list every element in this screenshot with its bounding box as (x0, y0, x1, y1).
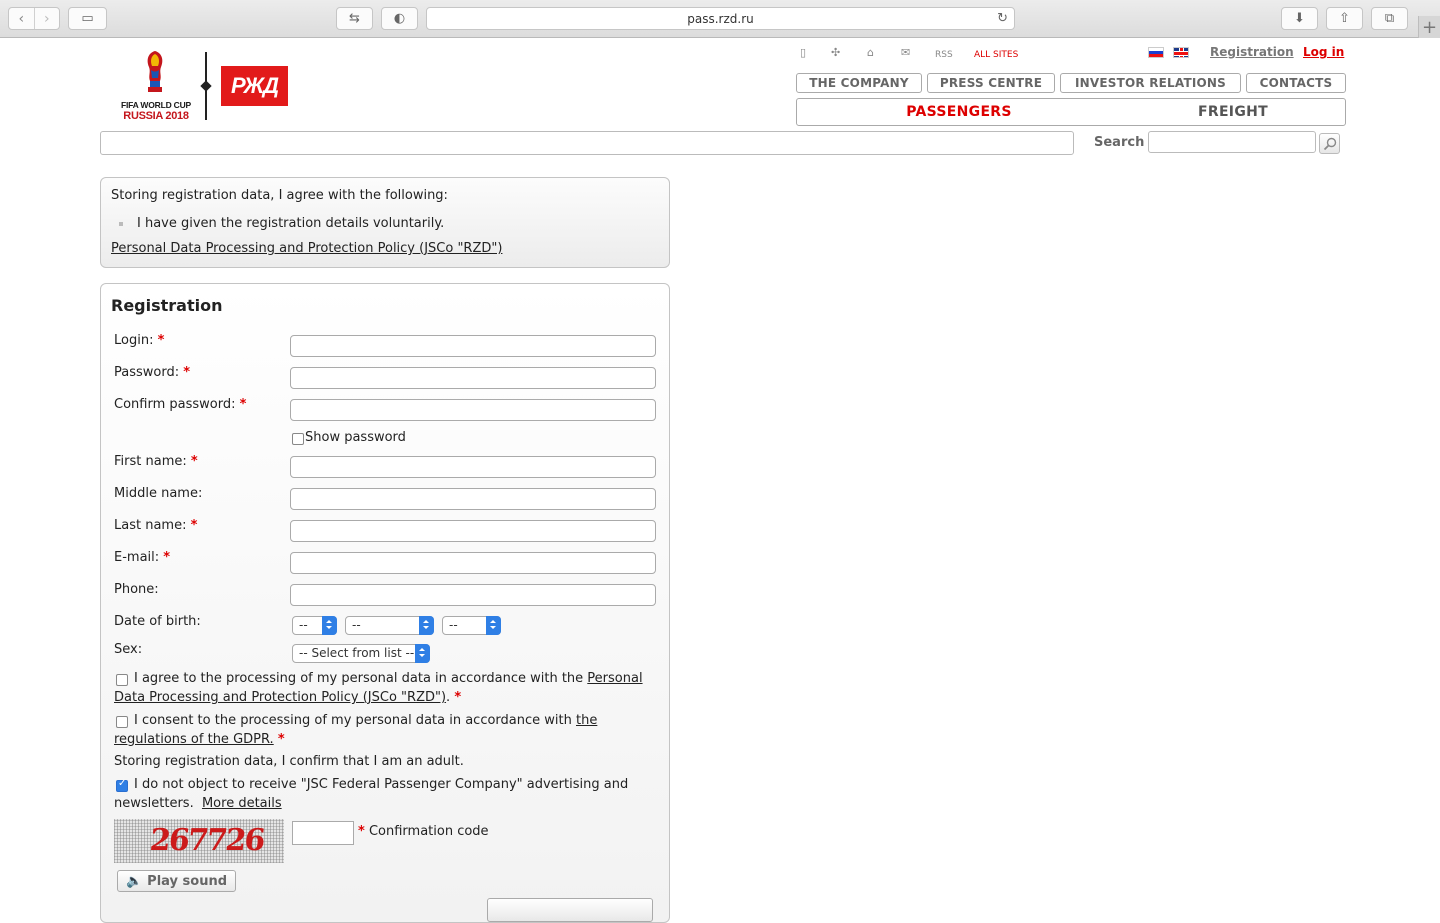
form-title: Registration (111, 296, 223, 315)
login-input[interactable] (290, 335, 656, 357)
nav-press-centre[interactable]: PRESS CENTRE (927, 73, 1055, 93)
chevron-updown-icon (322, 616, 337, 635)
tab-freight[interactable]: FREIGHT (1121, 99, 1345, 125)
fifa-logo-line1: FIFA WORLD CUP (120, 100, 192, 110)
sex-label: Sex: (114, 642, 143, 657)
show-password-label[interactable]: Show password (305, 430, 406, 445)
middle-name-label: Middle name: (114, 486, 203, 501)
email-label: E-mail: * (114, 550, 171, 565)
share-icon[interactable]: ⇧ (1326, 7, 1363, 30)
last-name-input[interactable] (290, 520, 656, 542)
middle-name-input[interactable] (290, 488, 656, 510)
confirm-password-input[interactable] (290, 399, 656, 421)
browser-toolbar: ‹ › ▭ ⇆ ◐ pass.rzd.ru ↻ ⬇ ⇧ ⧉ + (0, 0, 1440, 38)
forward-icon[interactable]: › (33, 8, 60, 29)
show-password-checkbox[interactable] (292, 433, 304, 445)
gdpr-consent-text: I consent to the processing of my person… (114, 713, 598, 747)
rzd-logo[interactable]: РЖД (221, 66, 288, 106)
world-cup-trophy-icon (147, 51, 163, 92)
mobile-icon[interactable]: ▯ (800, 46, 806, 59)
confirm-password-label: Confirm password: * (114, 397, 247, 412)
home-icon[interactable]: ⌂ (867, 46, 874, 59)
sex-select[interactable]: -- Select from list -- (292, 644, 430, 663)
mail-icon[interactable]: ✉ (901, 46, 910, 59)
sitemap-icon[interactable]: ✣ (831, 46, 840, 59)
notice-item: I have given the registration details vo… (137, 216, 445, 231)
address-bar[interactable]: pass.rzd.ru ↻ (426, 7, 1015, 30)
search-label: Search (1094, 135, 1145, 150)
password-label: Password: * (114, 365, 191, 380)
history-nav: ‹ › (8, 7, 60, 30)
back-icon[interactable]: ‹ (9, 8, 34, 29)
agree-policy-text: I agree to the processing of my personal… (114, 671, 643, 705)
search-input[interactable] (1148, 131, 1316, 153)
speaker-icon: 🔈 (125, 873, 143, 889)
dob-year-select[interactable]: -- (442, 616, 501, 635)
email-input[interactable] (290, 552, 656, 574)
adult-confirmation-text: Storing registration data, I confirm tha… (114, 754, 464, 769)
registration-link[interactable]: Registration (1210, 45, 1294, 59)
all-sites-link[interactable]: ALL SITES (974, 50, 1018, 60)
last-name-label: Last name: * (114, 518, 198, 533)
sidebar-toggle-icon[interactable]: ▭ (68, 7, 107, 30)
nav-contacts[interactable]: CONTACTS (1246, 73, 1346, 93)
confirmation-code-input[interactable] (292, 821, 354, 845)
breadcrumb-bar (100, 131, 1074, 155)
agreement-notice: Storing registration data, I agree with … (100, 177, 670, 268)
first-name-input[interactable] (290, 456, 656, 478)
tabs-overview-icon[interactable]: ⧉ (1371, 7, 1408, 30)
chevron-updown-icon (419, 616, 434, 635)
rss-link[interactable]: RSS (935, 50, 953, 60)
fifa-logo[interactable]: FIFA WORLD CUP RUSSIA 2018 (117, 50, 195, 122)
phone-label: Phone: (114, 582, 159, 597)
confirmation-code-label: * Confirmation code (358, 824, 489, 839)
dob-day-select[interactable]: -- (292, 616, 337, 635)
search-button[interactable] (1319, 133, 1340, 154)
notice-intro: Storing registration data, I agree with … (111, 188, 448, 203)
nav-the-company[interactable]: THE COMPANY (796, 73, 922, 93)
password-input[interactable] (290, 367, 656, 389)
dob-month-select[interactable]: -- (345, 616, 434, 635)
tab-passengers[interactable]: PASSENGERS (797, 99, 1121, 125)
play-sound-button[interactable]: 🔈 Play sound (117, 870, 236, 892)
new-tab-icon[interactable]: + (1418, 16, 1440, 38)
captcha-text: 267726 (148, 823, 266, 858)
registration-form: Registration Login: * Password: * Confir… (100, 283, 670, 923)
phone-input[interactable] (290, 584, 656, 606)
magnifier-icon (1323, 137, 1336, 150)
ads-consent-text: I do not object to receive "JSC Federal … (114, 777, 629, 811)
nav-investor-relations[interactable]: INVESTOR RELATIONS (1060, 73, 1241, 93)
section-tabs: PASSENGERS FREIGHT (796, 98, 1346, 126)
chevron-updown-icon (415, 644, 430, 663)
first-name-label: First name: * (114, 454, 198, 469)
policy-link[interactable]: Personal Data Processing and Protection … (111, 241, 502, 256)
downloads-icon[interactable]: ⬇ (1281, 7, 1318, 30)
logo-divider-diamond (200, 80, 212, 92)
fifa-logo-line2: RUSSIA 2018 (123, 110, 189, 122)
bullet-marker (119, 222, 123, 226)
reload-icon[interactable]: ↻ (997, 11, 1008, 26)
tab-switch-icon[interactable]: ⇆ (336, 7, 373, 30)
dob-label: Date of birth: (114, 614, 201, 629)
chevron-updown-icon (486, 616, 501, 635)
captcha-image: 267726 (114, 819, 284, 863)
more-details-link[interactable]: More details (202, 796, 282, 811)
utility-icons: ▯ ✣ ⌂ ✉ RSS ALL SITES (795, 46, 1035, 64)
login-label: Login: * (114, 333, 165, 348)
privacy-shield-icon[interactable]: ◐ (381, 7, 418, 30)
submit-button[interactable] (487, 898, 653, 922)
play-sound-label: Play sound (147, 873, 228, 889)
english-flag-icon[interactable] (1173, 47, 1189, 58)
russian-flag-icon[interactable] (1148, 47, 1164, 58)
url-text: pass.rzd.ru (687, 11, 754, 26)
login-link[interactable]: Log in (1303, 45, 1344, 59)
